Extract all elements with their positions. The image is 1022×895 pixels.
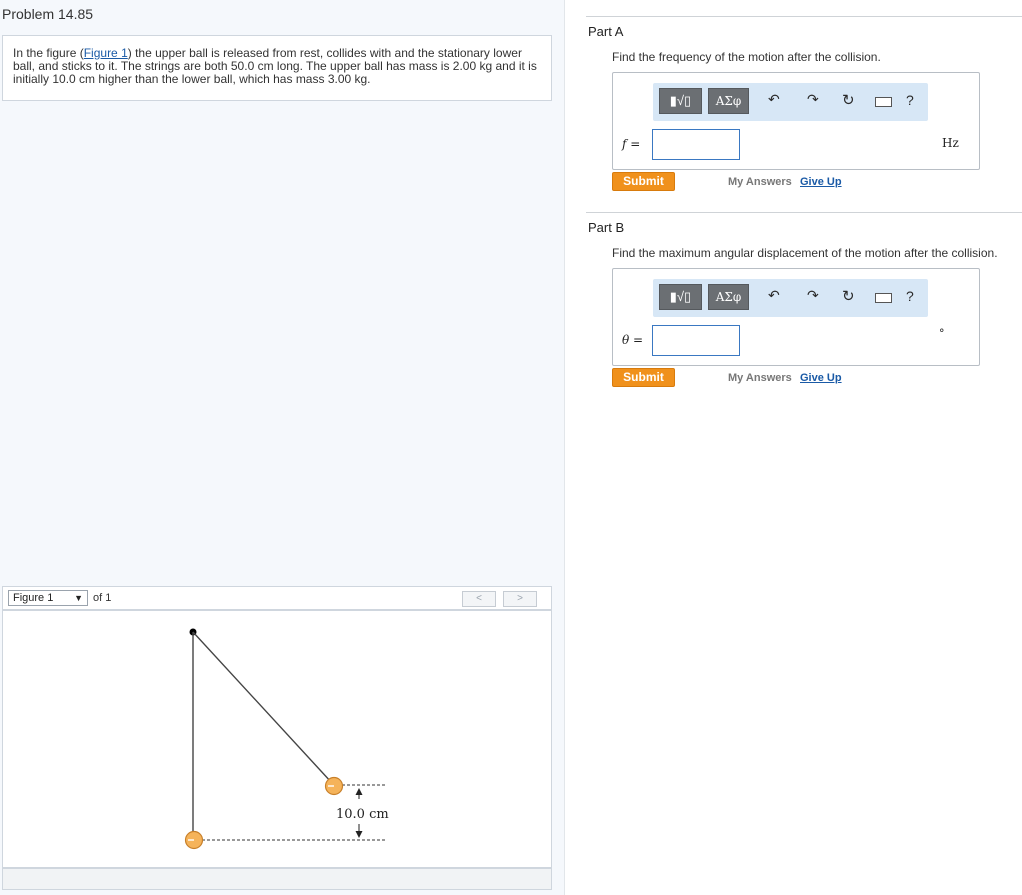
redo-icon[interactable]: ↷ [807, 91, 819, 108]
page: Problem 14.85 In the figure (Figure 1) t… [0, 0, 1022, 895]
part-a-give-up-link[interactable]: Give Up [800, 176, 842, 188]
part-b-answer-input[interactable] [652, 325, 740, 356]
pendulum-figure: 10.0 cm [184, 628, 389, 850]
part-b-give-up-link[interactable]: Give Up [800, 372, 842, 384]
keyboard-icon[interactable] [875, 97, 892, 107]
reset-icon[interactable]: ↻ [842, 287, 855, 305]
part-a-variable-label: f = [622, 137, 641, 151]
reset-icon[interactable]: ↻ [842, 91, 855, 109]
part-b-answer-box: ▮√▯ ΑΣφ ↶ ↷ ↻ ? θ = ° [612, 268, 980, 366]
figure-panel: 10.0 cm [2, 610, 552, 868]
part-b-math-toolbar: ▮√▯ ΑΣφ ↶ ↷ ↻ ? [653, 279, 928, 317]
part-a-label: Part A [588, 24, 624, 39]
lower-ball [184, 830, 204, 850]
part-a-answer-box: ▮√▯ ΑΣφ ↶ ↷ ↻ ? f = Hz [612, 72, 980, 170]
problem-panel: Problem 14.85 In the figure (Figure 1) t… [0, 0, 565, 895]
part-a-divider [586, 16, 1022, 17]
part-b-question: Find the maximum angular displacement of… [612, 246, 998, 260]
figure-navigation: Figure 1 ▼ of 1 < > [2, 586, 552, 610]
part-a-unit: Hz [942, 136, 959, 150]
keyboard-icon[interactable] [875, 293, 892, 303]
next-figure-button[interactable]: > [503, 591, 537, 607]
figure-count: of 1 [93, 592, 112, 604]
templates-button[interactable]: ▮√▯ [659, 88, 702, 114]
dropdown-arrow-icon: ▼ [74, 593, 83, 603]
figure-link[interactable]: Figure 1 [84, 46, 128, 60]
part-b-label: Part B [588, 220, 625, 235]
part-a-submit-button[interactable]: Submit [612, 172, 675, 191]
undo-icon[interactable]: ↶ [768, 287, 780, 304]
part-b-unit: ° [939, 327, 945, 340]
part-a-question: Find the frequency of the motion after t… [612, 50, 881, 64]
part-b-variable-label: θ = [622, 333, 644, 347]
figure-select-value: Figure 1 [13, 592, 54, 604]
previous-figure-button[interactable]: < [462, 591, 496, 607]
part-b-my-answers-link[interactable]: My Answers [728, 372, 792, 384]
arrowhead-down [355, 831, 363, 838]
figure-select[interactable]: Figure 1 ▼ [8, 590, 88, 606]
upper-string [192, 631, 333, 784]
undo-icon[interactable]: ↶ [768, 91, 780, 108]
arrowhead-up [355, 788, 363, 795]
upper-ball [324, 776, 344, 796]
help-icon[interactable]: ? [906, 92, 914, 108]
redo-icon[interactable]: ↷ [807, 287, 819, 304]
height-label: 10.0 cm [336, 807, 389, 822]
figure-footer [2, 868, 552, 890]
part-b-submit-button[interactable]: Submit [612, 368, 675, 387]
problem-statement: In the figure (Figure 1) the upper ball … [2, 35, 552, 101]
part-b-divider [586, 212, 1022, 213]
greek-symbols-button[interactable]: ΑΣφ [708, 88, 749, 114]
part-a-math-toolbar: ▮√▯ ΑΣφ ↶ ↷ ↻ ? [653, 83, 928, 121]
help-icon[interactable]: ? [906, 288, 914, 304]
problem-title: Problem 14.85 [2, 6, 94, 22]
part-a-my-answers-link[interactable]: My Answers [728, 176, 792, 188]
problem-text-start: In the figure ( [13, 46, 84, 60]
greek-symbols-button[interactable]: ΑΣφ [708, 284, 749, 310]
part-a-answer-input[interactable] [652, 129, 740, 160]
templates-button[interactable]: ▮√▯ [659, 284, 702, 310]
